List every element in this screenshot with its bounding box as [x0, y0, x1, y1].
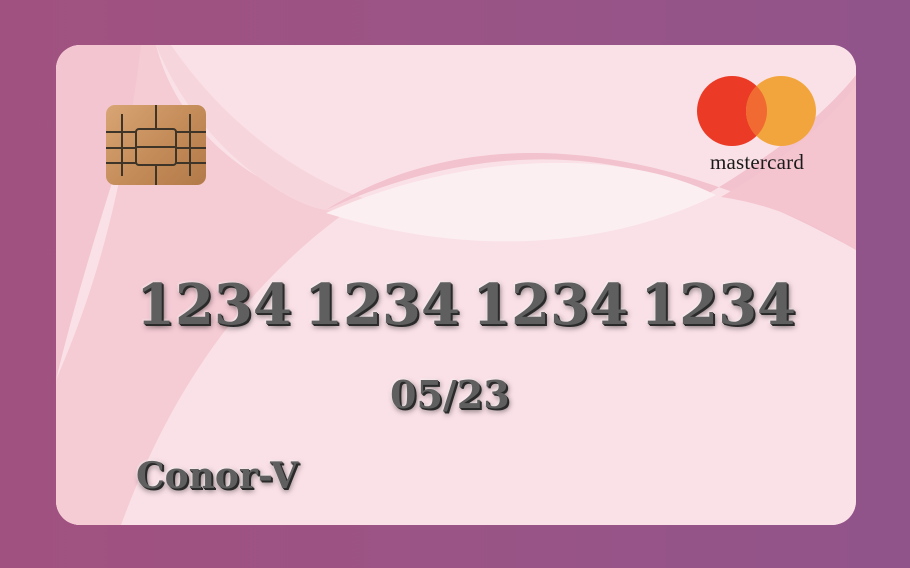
credit-card: mastercard 1234 1234 1234 1234 05/23 Con… — [56, 45, 856, 525]
card-number-group-3: 1234 — [472, 272, 628, 338]
expiry-date: 05/23 — [390, 372, 510, 417]
card-number-group-2: 1234 — [304, 272, 460, 338]
mastercard-logo: mastercard — [694, 73, 820, 183]
mastercard-logo-icon — [697, 76, 816, 146]
card-number-group-4: 1234 — [640, 272, 796, 338]
chip-icon — [106, 105, 206, 185]
cardholder-name: Conor-V — [136, 455, 299, 497]
brand-wordmark: mastercard — [709, 150, 805, 174]
card-number-group-1: 1234 — [136, 272, 292, 338]
card-number: 1234 1234 1234 1234 — [136, 273, 796, 337]
